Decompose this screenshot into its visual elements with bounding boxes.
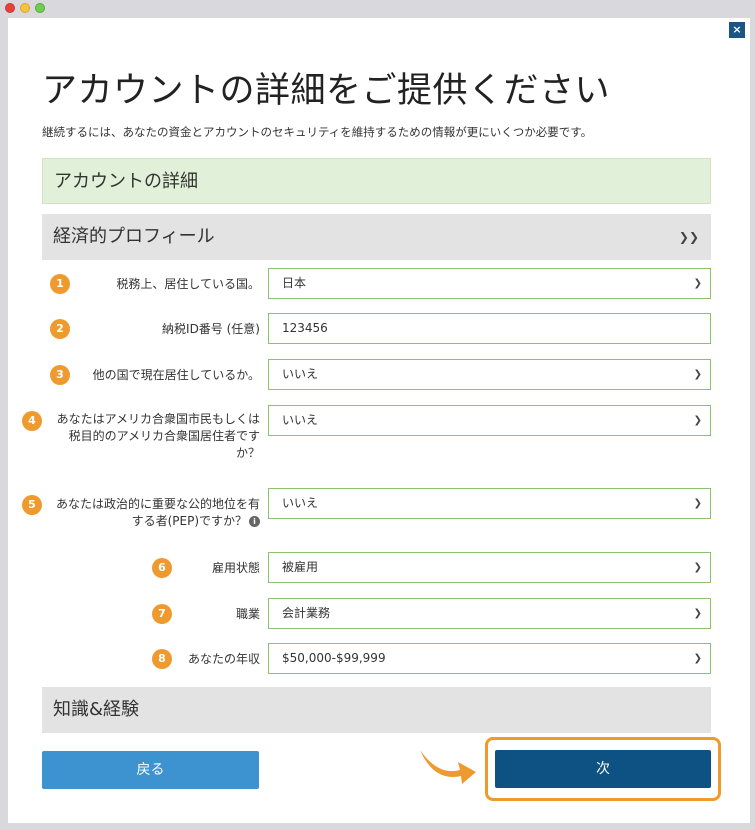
form-row-tax-country: 1 税務上、居住している国。 日本 ❯ (8, 268, 750, 300)
income-select[interactable]: $50,000-$99,999 ❯ (268, 643, 711, 674)
chevron-double-down-icon[interactable]: ❯❯ (679, 214, 699, 260)
step-badge-8: 8 (152, 649, 172, 669)
income-label: あなたの年収 (187, 652, 260, 666)
step-badge-7: 7 (152, 604, 172, 624)
occupation-select[interactable]: 会計業務 ❯ (268, 598, 711, 629)
pep-value: いいえ (282, 496, 319, 510)
step-badge-2: 2 (50, 319, 70, 339)
maximize-window-dot[interactable] (35, 3, 45, 13)
tax-id-label: 納税ID番号 (任意) (162, 322, 260, 336)
section-account-details[interactable]: アカウントの詳細 (42, 158, 711, 204)
occupation-label: 職業 (235, 607, 260, 621)
pep-label-text: あなたは政治的に重要な公的地位を有する者(PEP)ですか？ (55, 497, 260, 528)
form-row-occupation: 7 職業 会計業務 ❯ (8, 598, 750, 630)
chevron-down-icon: ❯ (693, 278, 702, 289)
occupation-value: 会計業務 (282, 606, 331, 620)
employment-label: 雇用状態 (211, 561, 260, 575)
us-person-label: あなたはアメリカ合衆国市民もしくは税目的のアメリカ合衆国居住者ですか？ (56, 412, 260, 460)
us-person-value: いいえ (282, 413, 319, 427)
modal-window: × アカウントの詳細をご提供ください 継続するには、あなたの資金とアカウントのセ… (8, 18, 750, 823)
close-window-dot[interactable] (5, 3, 15, 13)
form-row-other-residence: 3 他の国で現在居住しているか。 いいえ ❯ (8, 359, 750, 391)
page-title: アカウントの詳細をご提供ください (42, 71, 611, 111)
tax-country-select[interactable]: 日本 ❯ (268, 268, 711, 299)
close-icon[interactable]: × (729, 22, 745, 38)
page-subtitle: 継続するには、あなたの資金とアカウントのセキュリティを維持するための情報が更にい… (42, 125, 593, 139)
chevron-down-icon: ❯ (693, 369, 702, 380)
employment-select[interactable]: 被雇用 ❯ (268, 552, 711, 583)
next-button-highlight: 次 (485, 737, 721, 801)
other-residence-value: いいえ (282, 367, 319, 381)
other-residence-select[interactable]: いいえ ❯ (268, 359, 711, 390)
next-button[interactable]: 次 (495, 750, 711, 788)
window-titlebar (0, 0, 755, 16)
form-row-income: 8 あなたの年収 $50,000-$99,999 ❯ (8, 643, 750, 675)
form-row-us-person: 4 あなたはアメリカ合衆国市民もしくは税目的のアメリカ合衆国居住者ですか？ いい… (8, 405, 750, 465)
employment-value: 被雇用 (282, 560, 319, 574)
form-row-tax-id: 2 納税ID番号 (任意) 123456 (8, 313, 750, 345)
us-person-select[interactable]: いいえ ❯ (268, 405, 711, 436)
section-economic-profile[interactable]: 経済的プロフィール ❯❯ (42, 214, 711, 260)
step-badge-3: 3 (50, 365, 70, 385)
step-badge-5: 5 (22, 495, 42, 515)
chevron-down-icon: ❯ (693, 562, 702, 573)
chevron-down-icon: ❯ (693, 415, 702, 426)
tax-country-label: 税務上、居住している国。 (116, 277, 260, 291)
step-badge-1: 1 (50, 274, 70, 294)
other-residence-label: 他の国で現在居住しているか。 (92, 368, 260, 382)
back-button[interactable]: 戻る (42, 751, 259, 789)
tax-id-value: 123456 (282, 321, 328, 335)
section-economic-profile-label: 経済的プロフィール (53, 226, 215, 247)
chevron-down-icon: ❯ (693, 653, 702, 664)
form-row-pep: 5 あなたは政治的に重要な公的地位を有する者(PEP)ですか？ i いいえ ❯ (8, 488, 750, 528)
pep-select[interactable]: いいえ ❯ (268, 488, 711, 519)
tax-country-value: 日本 (282, 276, 307, 290)
tax-id-input[interactable]: 123456 (268, 313, 711, 344)
pep-label: あなたは政治的に重要な公的地位を有する者(PEP)ですか？ i (45, 496, 260, 530)
section-knowledge-experience[interactable]: 知識&経験 (42, 687, 711, 733)
chevron-down-icon: ❯ (693, 608, 702, 619)
info-icon[interactable]: i (249, 516, 260, 527)
income-value: $50,000-$99,999 (282, 651, 386, 665)
form-row-employment: 6 雇用状態 被雇用 ❯ (8, 552, 750, 584)
step-badge-4: 4 (22, 411, 42, 431)
step-badge-6: 6 (152, 558, 172, 578)
minimize-window-dot[interactable] (20, 3, 30, 13)
chevron-down-icon: ❯ (693, 498, 702, 509)
pointer-arrow-icon (420, 750, 476, 784)
